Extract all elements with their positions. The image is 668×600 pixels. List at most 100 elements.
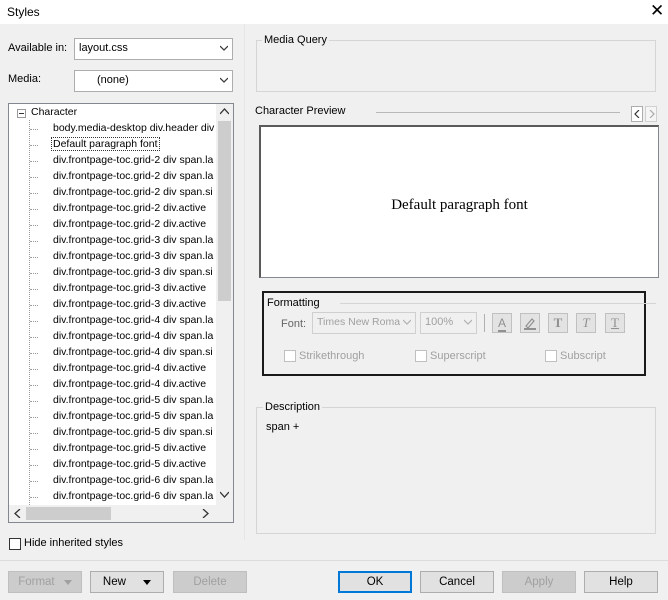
preview-separator [376, 112, 620, 113]
tree-connector [30, 401, 38, 402]
tree-item[interactable]: div.frontpage-toc.grid-2 div.active [53, 218, 206, 230]
tree-connector [30, 289, 38, 290]
font-color-button[interactable]: A [492, 313, 512, 333]
delete-button[interactable]: Delete [173, 571, 247, 593]
available-in-dropdown[interactable]: layout.css [74, 38, 233, 60]
tree-item[interactable]: div.frontpage-toc.grid-6 div span.la [53, 474, 213, 486]
underline-button[interactable]: T [605, 313, 625, 333]
tree-item[interactable]: Default paragraph font [51, 137, 160, 151]
footer-separator [0, 560, 668, 561]
tree-item[interactable]: div.frontpage-toc.grid-5 div span.la [53, 410, 213, 422]
hide-inherited-label: Hide inherited styles [24, 537, 124, 549]
description-group [256, 407, 656, 534]
help-button[interactable]: Help [584, 571, 658, 593]
tree-connector [30, 321, 38, 322]
tree-scroll-thumb[interactable] [218, 121, 231, 301]
tree-item[interactable]: body.media-desktop div.header div [53, 122, 214, 134]
font-value: Times New Roma [317, 316, 401, 328]
tree-item[interactable]: div.frontpage-toc.grid-3 div span.la [53, 250, 213, 262]
cancel-button[interactable]: Cancel [420, 571, 494, 593]
tree-item[interactable]: div.frontpage-toc.grid-2 div.active [53, 202, 206, 214]
scroll-up-icon[interactable] [220, 108, 229, 115]
tree-item[interactable]: div.frontpage-toc.grid-4 div span.si [53, 346, 213, 358]
underline-icon: T [611, 315, 619, 330]
available-in-label: Available in: [8, 42, 68, 54]
tree-vertical-scrollbar[interactable] [216, 104, 233, 506]
tree-item[interactable]: div.frontpage-toc.grid-4 div.active [53, 378, 206, 390]
scroll-right-icon[interactable] [202, 509, 209, 518]
chevron-down-icon [220, 45, 228, 51]
tree-item[interactable]: div.frontpage-toc.grid-2 div span.la [53, 154, 213, 166]
italic-button[interactable]: T [576, 313, 596, 333]
tree-item[interactable]: div.frontpage-toc.grid-2 div span.si [53, 186, 213, 198]
tree-root-character[interactable]: Character [31, 106, 77, 118]
font-color-icon: A [497, 316, 506, 332]
format-button[interactable]: Format [8, 571, 82, 593]
tree-connector [30, 273, 38, 274]
tree-connector [30, 177, 38, 178]
tree-item[interactable]: div.frontpage-toc.grid-4 div span.la [53, 330, 213, 342]
media-value: (none) [97, 74, 129, 86]
description-text: span + [266, 421, 300, 433]
tree-item[interactable]: div.frontpage-toc.grid-5 div span.si [53, 426, 213, 438]
subscript-checkbox[interactable] [545, 350, 557, 362]
tree-item[interactable]: div.frontpage-toc.grid-4 div span.la [53, 314, 213, 326]
tree-item[interactable]: div.frontpage-toc.grid-5 div.active [53, 458, 206, 470]
tree-item[interactable]: div.frontpage-toc.grid-4 div.active [53, 362, 206, 374]
preview-next-button[interactable] [645, 106, 657, 122]
tree-item[interactable]: div.frontpage-toc.grid-3 div span.si [53, 266, 213, 278]
tree-item[interactable]: div.frontpage-toc.grid-3 div span.la [53, 234, 213, 246]
scroll-left-icon[interactable] [14, 509, 21, 518]
tree-connector [30, 449, 38, 450]
superscript-checkbox[interactable] [415, 350, 427, 362]
window-title: Styles [7, 5, 40, 19]
tree-item[interactable]: div.frontpage-toc.grid-3 div.active [53, 298, 206, 310]
font-dropdown[interactable]: Times New Roma [312, 312, 416, 334]
ok-button[interactable]: OK [338, 571, 412, 593]
tree-item[interactable]: div.frontpage-toc.grid-5 div.active [53, 442, 206, 454]
size-value: 100% [425, 316, 454, 328]
media-dropdown[interactable]: (none) [74, 70, 233, 92]
preview-sample-text: Default paragraph font [391, 197, 528, 213]
panel-divider [244, 24, 245, 540]
tree-item[interactable]: div.frontpage-toc.grid-5 div span.la [53, 394, 213, 406]
format-button-label: Format [18, 576, 55, 588]
bold-icon: T [553, 315, 563, 330]
tree-connector [30, 369, 38, 370]
tree-connector [30, 305, 38, 306]
collapse-icon[interactable] [17, 109, 26, 118]
tree-connector [30, 241, 38, 242]
description-label: Description [263, 401, 323, 413]
size-dropdown[interactable]: 100% [420, 312, 477, 334]
strikethrough-label: Strikethrough [299, 350, 365, 362]
chevron-right-icon [649, 110, 655, 118]
apply-button[interactable]: Apply [502, 571, 576, 593]
bold-button[interactable]: T [548, 313, 568, 333]
highlight-button[interactable] [520, 313, 540, 333]
tree-connector [30, 145, 38, 146]
dropdown-triangle-icon [63, 580, 72, 585]
scroll-down-icon[interactable] [220, 491, 229, 498]
chevron-left-icon [634, 110, 640, 118]
tree-horizontal-scrollbar[interactable] [9, 505, 233, 522]
hide-inherited-checkbox[interactable] [9, 538, 21, 550]
character-preview-box: Default paragraph font [259, 125, 659, 278]
tree-connector [30, 353, 38, 354]
styles-tree[interactable]: Character body.media-desktop div.header … [8, 103, 234, 523]
tree-hscroll-thumb[interactable] [26, 507, 111, 520]
tree-connector [30, 193, 38, 194]
close-icon[interactable]: ✕ [650, 2, 664, 20]
dropdown-triangle-icon [143, 580, 152, 585]
media-query-group [256, 40, 656, 92]
chevron-down-icon [464, 319, 472, 325]
tree-item[interactable]: div.frontpage-toc.grid-3 div.active [53, 282, 206, 294]
tree-connector [30, 385, 38, 386]
tree-item[interactable]: div.frontpage-toc.grid-2 div span.la [53, 170, 213, 182]
tree-item[interactable]: div.frontpage-toc.grid-6 div span.la [53, 490, 213, 502]
new-button[interactable]: New [90, 571, 164, 593]
font-label: Font: [281, 318, 307, 330]
strikethrough-checkbox[interactable] [284, 350, 296, 362]
preview-prev-button[interactable] [631, 106, 643, 122]
tree-connector [30, 161, 38, 162]
title-bar [0, 0, 668, 24]
